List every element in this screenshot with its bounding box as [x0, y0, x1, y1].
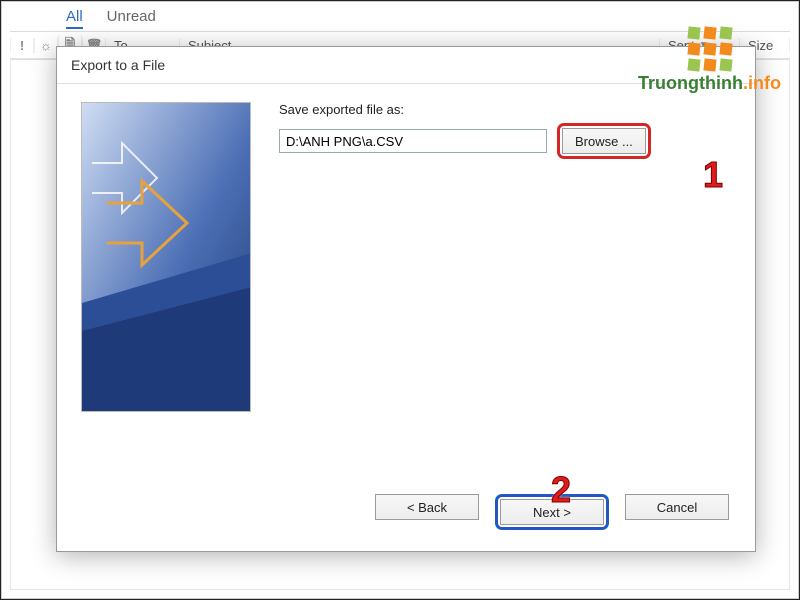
export-file-path-input[interactable] — [279, 129, 547, 153]
tab-all[interactable]: All — [66, 8, 83, 29]
cancel-button[interactable]: Cancel — [625, 494, 729, 520]
browse-button[interactable]: Browse ... — [562, 128, 646, 154]
tab-unread[interactable]: Unread — [107, 8, 156, 29]
export-to-file-dialog: Export to a File Save exported file as — [56, 46, 756, 552]
watermark-logo-icon — [688, 27, 732, 71]
annotation-step-2: 2 — [551, 469, 571, 511]
reminder-icon[interactable]: ☼ — [34, 38, 58, 53]
back-button[interactable]: < Back — [375, 494, 479, 520]
flag-icon[interactable]: ! — [10, 38, 34, 53]
save-as-label: Save exported file as: — [279, 102, 731, 117]
watermark-text: Truongthinh.info — [638, 73, 781, 94]
watermark: Truongthinh.info — [638, 27, 781, 94]
wizard-banner-image — [81, 102, 251, 412]
annotation-step-1: 1 — [703, 154, 723, 196]
browse-highlight: Browse ... — [557, 123, 651, 159]
